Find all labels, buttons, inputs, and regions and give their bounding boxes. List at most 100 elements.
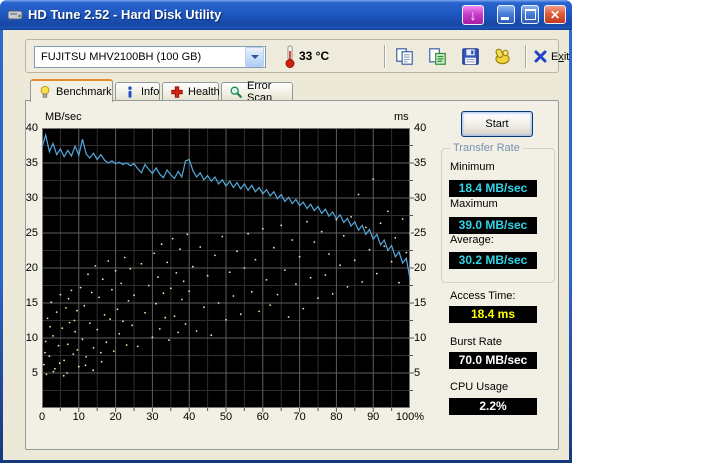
drive-select-combobox[interactable]: FUJITSU MHV2100BH (100 GB) <box>34 46 266 68</box>
access-time-scatter <box>206 274 209 277</box>
access-time-scatter <box>101 278 104 281</box>
access-time-scatter <box>188 290 191 292</box>
maximize-icon <box>524 9 536 20</box>
exit-button[interactable]: Exit <box>534 46 569 67</box>
access-time-scatter <box>52 370 55 373</box>
access-time-scatter <box>140 262 143 265</box>
access-time-scatter <box>203 306 205 309</box>
access-time-scatter <box>228 271 231 274</box>
access-time-scatter <box>109 318 111 320</box>
y-axis-tick-right: 40 <box>414 122 427 134</box>
access-time-scatter <box>155 302 157 305</box>
benchmark-chart-plot <box>41 128 414 412</box>
access-time-scatter <box>50 301 53 304</box>
access-time-scatter <box>107 260 110 262</box>
maximize-button[interactable] <box>521 5 539 24</box>
access-time-scatter <box>44 340 47 343</box>
access-time-scatter <box>210 334 213 337</box>
y-axis-tick-right: 10 <box>414 332 427 344</box>
access-time-scatter <box>100 360 103 363</box>
save-screenshot-button[interactable] <box>458 44 483 69</box>
tab-info[interactable]: Info <box>115 82 160 101</box>
access-time-scatter <box>105 341 108 344</box>
close-button[interactable]: ✕ <box>544 5 566 24</box>
access-time-scatter <box>398 281 400 284</box>
access-time-scatter <box>232 295 235 297</box>
access-time-scatter <box>42 363 45 366</box>
access-time-scatter <box>129 267 132 270</box>
tab-benchmark-label: Benchmark <box>56 85 112 98</box>
copy-screenshot-button[interactable] <box>392 44 417 69</box>
access-time-scatter <box>186 233 189 236</box>
exit-x-icon <box>534 50 547 63</box>
combo-dropdown-button[interactable] <box>245 47 264 67</box>
y-axis-tick-left: 30 <box>25 192 38 204</box>
access-time-scatter <box>45 373 48 376</box>
right-axis-label: ms <box>394 111 409 123</box>
access-time-scatter <box>335 218 338 221</box>
minimize-button[interactable] <box>497 5 515 24</box>
access-time-scatter <box>151 336 154 339</box>
access-time-scatter <box>261 227 264 230</box>
x-axis-tick: 100% <box>395 411 425 423</box>
copy-report-icon <box>429 48 446 65</box>
access-time-scatter <box>73 319 76 322</box>
y-axis-tick-right: 5 <box>414 367 421 379</box>
access-time-scatter <box>123 256 126 259</box>
access-time-scatter <box>52 335 54 337</box>
access-time-scatter <box>66 372 68 374</box>
x-axis-tick: 80 <box>330 411 343 423</box>
toolbar: FUJITSU MHV2100BH (100 GB) 33 °C Exit <box>25 39 569 73</box>
access-time-scatter <box>339 264 341 267</box>
donate-button[interactable] <box>490 44 515 69</box>
minimum-label: Minimum <box>450 161 495 173</box>
access-time-scatter <box>250 290 253 293</box>
minimum-value: 18.4 MB/sec <box>449 180 537 197</box>
exit-button-label: Exit <box>551 50 570 63</box>
copy-text-button[interactable] <box>425 44 450 69</box>
access-time-scatter <box>77 365 80 368</box>
access-time-scatter <box>158 328 161 330</box>
access-time-scatter <box>291 239 294 241</box>
access-time-scatter <box>49 325 51 328</box>
start-button-label: Start <box>485 118 509 130</box>
x-axis-tick: 70 <box>293 411 306 423</box>
tab-info-label: Info <box>141 86 160 98</box>
access-time-scatter <box>44 351 46 354</box>
access-time-scatter <box>328 253 330 255</box>
copy-icon <box>396 48 413 65</box>
access-time-scatter <box>405 251 408 254</box>
magnifier-icon <box>230 86 242 98</box>
y-axis-tick-right: 15 <box>414 297 427 309</box>
screenshot-stage: HD Tune 2.52 - Hard Disk Utility ↓ ✕ FUJ… <box>0 0 720 465</box>
start-button[interactable]: Start <box>461 111 533 137</box>
average-value: 30.2 MB/sec <box>449 252 537 269</box>
access-time-scatter <box>258 310 261 313</box>
access-time-scatter <box>66 343 69 346</box>
access-time-scatter <box>298 255 301 258</box>
transfer-rate-legend: Transfer Rate <box>450 142 523 154</box>
access-time-scatter <box>239 313 242 316</box>
update-download-button[interactable]: ↓ <box>462 5 484 25</box>
y-axis-tick-left: 35 <box>25 157 38 169</box>
tab-health[interactable]: Health <box>162 82 220 101</box>
access-time-scatter <box>225 318 227 321</box>
access-time-scatter <box>79 286 82 289</box>
access-time-scatter <box>57 344 60 347</box>
average-label: Average: <box>450 234 494 246</box>
x-axis-tick: 50 <box>219 411 233 423</box>
access-time-scatter <box>195 330 198 332</box>
access-time-scatter <box>368 248 371 251</box>
tab-error-scan[interactable]: Error Scan <box>221 80 293 104</box>
tab-benchmark[interactable]: Benchmark <box>30 79 113 102</box>
access-time-scatter <box>394 237 397 239</box>
download-arrow-icon: ↓ <box>469 7 477 23</box>
access-time-scatter <box>111 288 113 291</box>
access-time-scatter <box>68 321 71 324</box>
access-time-scatter <box>122 320 124 323</box>
access-time-scatter <box>180 298 183 301</box>
burst-rate-value: 70.0 MB/sec <box>449 352 537 369</box>
access-time-scatter <box>160 243 163 246</box>
access-time-scatter <box>236 250 238 253</box>
access-time-scatter <box>243 267 246 269</box>
